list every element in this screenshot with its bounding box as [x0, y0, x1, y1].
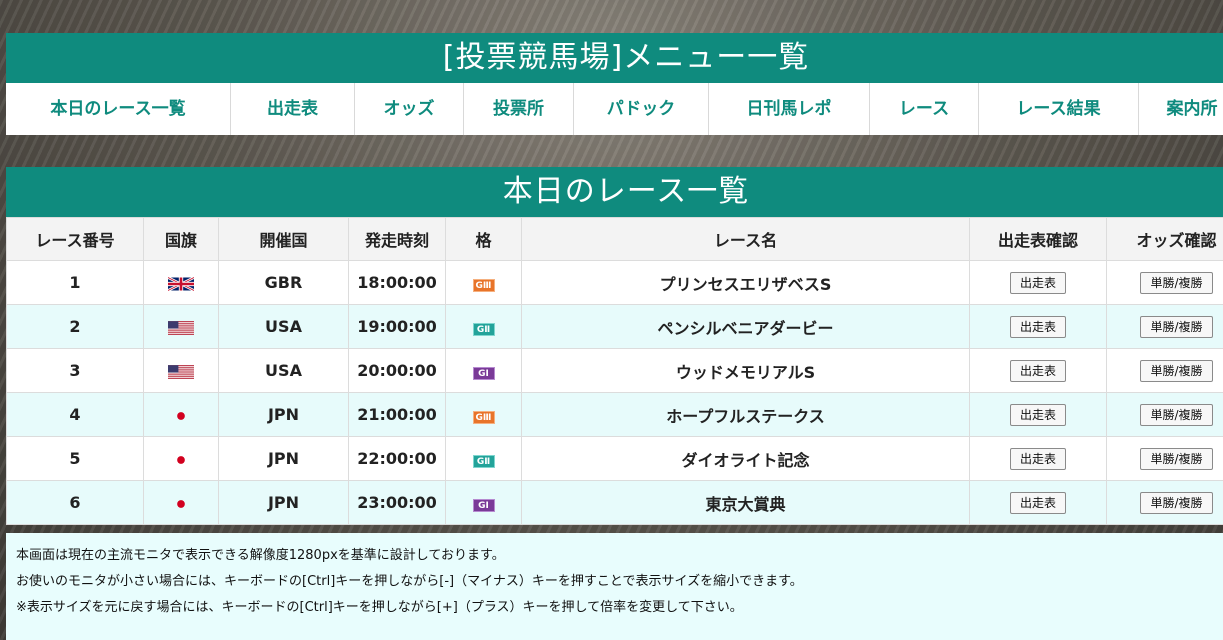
col-flag: 国旗: [143, 217, 219, 261]
odds-button[interactable]: 単勝/複勝: [1140, 403, 1213, 426]
race-number: 2: [6, 304, 144, 349]
entry-table-button[interactable]: 出走表: [1009, 315, 1066, 338]
col-start-time: 発走時刻: [348, 217, 446, 261]
race-name: ホープフルステークス: [521, 392, 970, 437]
nav-item-paddock[interactable]: パドック: [574, 83, 709, 135]
race-number: 5: [6, 436, 144, 481]
entry-table-button[interactable]: 出走表: [1009, 271, 1066, 294]
odds-button[interactable]: 単勝/複勝: [1140, 271, 1213, 294]
start-time: 21:00:00: [348, 392, 446, 437]
col-country: 開催国: [218, 217, 349, 261]
odds-button[interactable]: 単勝/複勝: [1140, 491, 1213, 514]
table-row: 4 JPN 21:00:00 GⅢ ホープフルステークス 出走表 単勝/複勝: [6, 392, 1223, 437]
col-race-number: レース番号: [6, 217, 144, 261]
col-grade: 格: [445, 217, 522, 261]
race-number: 4: [6, 392, 144, 437]
us-flag-icon: [168, 320, 194, 335]
start-time: 22:00:00: [348, 436, 446, 481]
race-number: 1: [6, 260, 144, 305]
entry-table-button[interactable]: 出走表: [1009, 491, 1066, 514]
notice-line: お使いのモニタが小さい場合には、キーボードの[Ctrl]キーを押しながら[-]（…: [16, 574, 803, 589]
col-race-name: レース名: [521, 217, 970, 261]
country-code: USA: [218, 304, 349, 349]
menu-nav: 本日のレース一覧 出走表 オッズ 投票所 パドック 日刊馬レポ レース レース結…: [6, 83, 1223, 135]
col-odds-check: オッズ確認: [1106, 217, 1223, 261]
table-row: 3 USA 20:00:00 GⅠ ウッドメモリアルS 出走表 単勝/複勝: [6, 348, 1223, 393]
start-time: 20:00:00: [348, 348, 446, 393]
grade-badge: GⅡ: [472, 455, 495, 468]
japan-flag-icon: [177, 455, 185, 464]
grade-badge: GⅠ: [472, 367, 495, 380]
race-number: 6: [6, 480, 144, 525]
grade-badge: GⅡ: [472, 323, 495, 336]
uk-flag-icon: [168, 276, 194, 291]
notice-line: ※表示サイズを元に戻す場合には、キーボードの[Ctrl]キーを押しながら[+]（…: [16, 600, 743, 615]
race-name: ウッドメモリアルS: [521, 348, 970, 393]
race-table-header: レース番号 国旗 開催国 発走時刻 格 レース名 出走表確認 オッズ確認: [6, 217, 1223, 261]
race-name: 東京大賞典: [521, 480, 970, 525]
japan-flag-icon: [177, 411, 185, 420]
nav-item-daily-report[interactable]: 日刊馬レポ: [709, 83, 870, 135]
nav-item-odds[interactable]: オッズ: [355, 83, 464, 135]
grade-badge: GⅢ: [472, 279, 495, 292]
odds-button[interactable]: 単勝/複勝: [1140, 359, 1213, 382]
table-row: 1 GBR 18:00:00 GⅢ プリンセスエリザベスS 出走表 単勝/複勝: [6, 260, 1223, 305]
race-name: プリンセスエリザベスS: [521, 260, 970, 305]
col-entry-check: 出走表確認: [969, 217, 1107, 261]
nav-item-today-races[interactable]: 本日のレース一覧: [6, 83, 231, 135]
start-time: 23:00:00: [348, 480, 446, 525]
odds-button[interactable]: 単勝/複勝: [1140, 447, 1213, 470]
entry-table-button[interactable]: 出走表: [1009, 403, 1066, 426]
resolution-notice: 本画面は現在の主流モニタで表示できる解像度1280pxを基準に設計しております。…: [6, 533, 1223, 640]
us-flag-icon: [168, 364, 194, 379]
country-code: JPN: [218, 436, 349, 481]
menu-panel: [投票競馬場]メニュー一覧 本日のレース一覧 出走表 オッズ 投票所 パドック …: [6, 33, 1223, 135]
start-time: 19:00:00: [348, 304, 446, 349]
table-row: 6 JPN 23:00:00 GⅠ 東京大賞典 出走表 単勝/複勝: [6, 480, 1223, 525]
odds-button[interactable]: 単勝/複勝: [1140, 315, 1213, 338]
race-list-title: 本日のレース一覧: [6, 167, 1223, 217]
menu-title: [投票競馬場]メニュー一覧: [6, 33, 1223, 83]
japan-flag-icon: [177, 499, 185, 508]
country-code: JPN: [218, 392, 349, 437]
nav-item-information[interactable]: 案内所: [1139, 83, 1223, 135]
start-time: 18:00:00: [348, 260, 446, 305]
table-row: 2 USA 19:00:00 GⅡ ペンシルベニアダービー 出走表 単勝/複勝: [6, 304, 1223, 349]
grade-badge: GⅢ: [472, 411, 495, 424]
nav-item-race[interactable]: レース: [870, 83, 979, 135]
entry-table-button[interactable]: 出走表: [1009, 359, 1066, 382]
nav-item-entries[interactable]: 出走表: [231, 83, 355, 135]
race-number: 3: [6, 348, 144, 393]
entry-table-button[interactable]: 出走表: [1009, 447, 1066, 470]
country-code: USA: [218, 348, 349, 393]
race-list-panel: 本日のレース一覧 レース番号 国旗 開催国 発走時刻 格 レース名 出走表確認 …: [6, 167, 1223, 525]
grade-badge: GⅠ: [472, 499, 495, 512]
race-table: レース番号 国旗 開催国 発走時刻 格 レース名 出走表確認 オッズ確認 1 G…: [6, 217, 1223, 525]
race-name: ペンシルベニアダービー: [521, 304, 970, 349]
country-code: JPN: [218, 480, 349, 525]
race-name: ダイオライト記念: [521, 436, 970, 481]
nav-item-betting[interactable]: 投票所: [464, 83, 574, 135]
country-code: GBR: [218, 260, 349, 305]
table-row: 5 JPN 22:00:00 GⅡ ダイオライト記念 出走表 単勝/複勝: [6, 436, 1223, 481]
notice-line: 本画面は現在の主流モニタで表示できる解像度1280pxを基準に設計しております。: [16, 548, 505, 563]
nav-item-results[interactable]: レース結果: [979, 83, 1139, 135]
